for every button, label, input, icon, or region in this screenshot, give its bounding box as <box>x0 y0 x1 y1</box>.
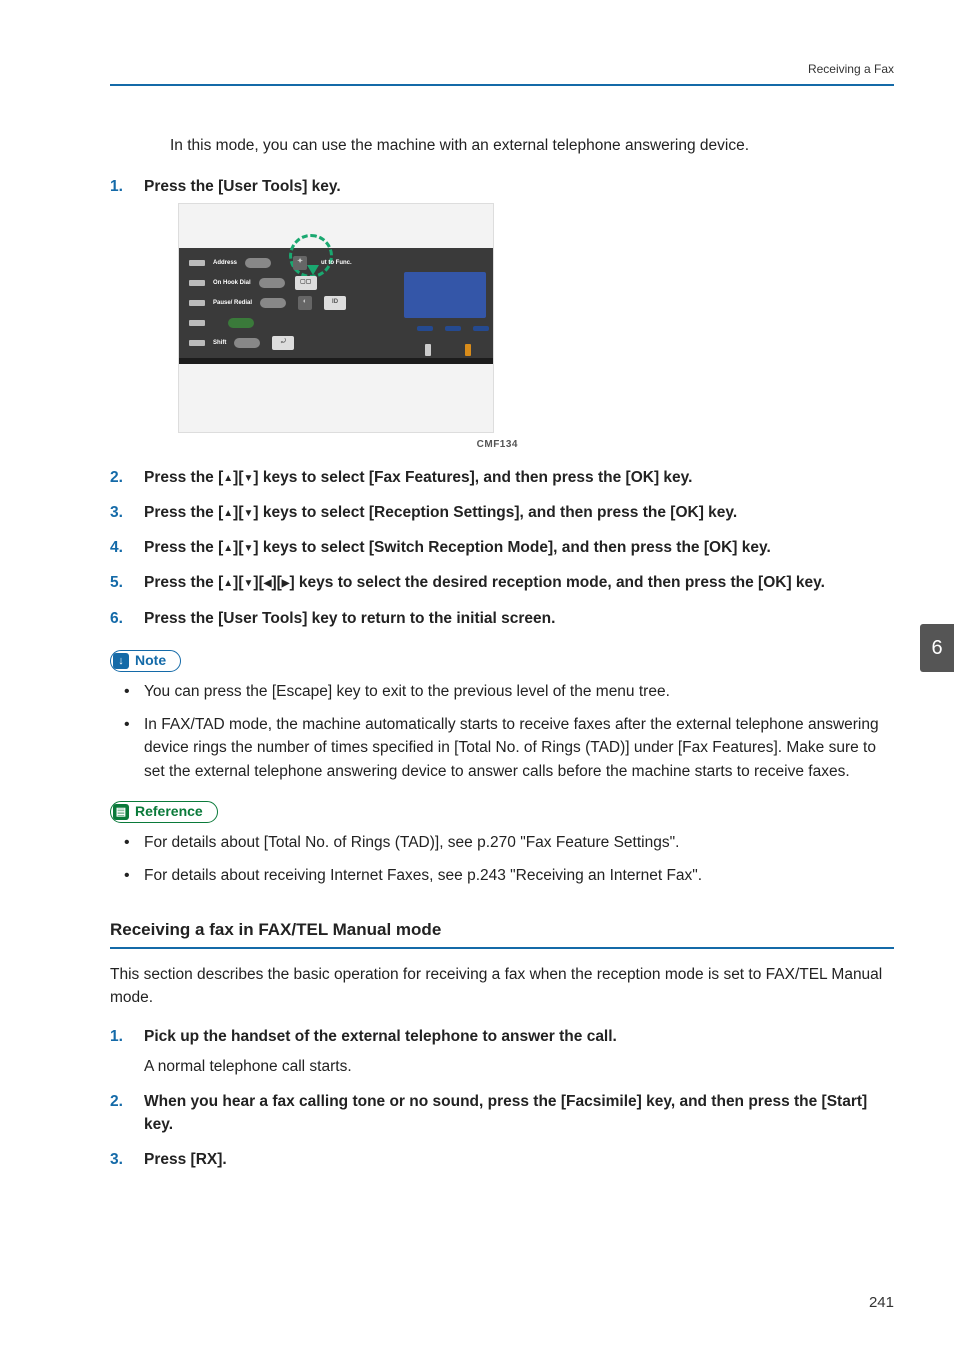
step-1: Press the [User Tools] key. Address <box>110 175 894 451</box>
step-3: Press the [ ][ ] keys to select [Reception… <box>110 501 894 524</box>
note-label: Note <box>135 650 166 671</box>
t: ] keys to select the desired reception m… <box>289 574 824 591</box>
t: ] keys to select [Reception Settings], a… <box>253 504 737 521</box>
step-b3: Press [RX]. <box>110 1148 894 1171</box>
note-item-2: In FAX/TAD mode, the machine automatical… <box>124 713 894 783</box>
arrow-down-icon <box>244 574 254 591</box>
t: ][ <box>233 539 243 556</box>
panel-label-address: Address <box>213 260 237 266</box>
arrow-down-icon <box>244 504 254 521</box>
reference-list: For details about [Total No. of Rings (T… <box>124 831 894 888</box>
reference-callout: ▤ Reference <box>110 801 218 823</box>
step-1-text: Press the [User Tools] key. <box>144 178 341 195</box>
page-number: 241 <box>869 1292 894 1315</box>
arrow-up-icon <box>223 539 233 556</box>
subsection-heading: Receiving a fax in FAX/TEL Manual mode <box>110 917 894 949</box>
t: ][ <box>253 574 263 591</box>
t: Press the [ <box>144 539 223 556</box>
note-callout: ↓ Note <box>110 650 181 672</box>
t: ][ <box>233 504 243 521</box>
reference-icon: ▤ <box>113 804 129 820</box>
reference-item-2: For details about receiving Internet Fax… <box>124 864 894 887</box>
t: Press the [ <box>144 504 223 521</box>
step-b3-text: Press [RX]. <box>144 1151 227 1168</box>
chapter-tab: 6 <box>920 624 954 672</box>
t: ] keys to select [Switch Reception Mode]… <box>253 539 770 556</box>
note-icon: ↓ <box>113 653 129 669</box>
control-panel-figure: Address ✦ ut to Func. On Hook Dial ▢▢ <box>178 203 494 433</box>
figure-caption: CMF134 <box>178 437 518 452</box>
step-5: Press the [ ][ ][ ][ ] keys to select the de… <box>110 571 894 594</box>
steps-primary: Press the [User Tools] key. Address <box>110 175 894 630</box>
step-b1-text: Pick up the handset of the external tele… <box>144 1028 617 1045</box>
arrow-up-icon <box>223 469 233 486</box>
t: ] keys to select [Fax Features], and the… <box>253 469 692 486</box>
t: ][ <box>233 469 243 486</box>
arrow-down-icon <box>244 469 254 486</box>
panel-label-pause: Pause/ Redial <box>213 300 252 306</box>
reference-item-1: For details about [Total No. of Rings (T… <box>124 831 894 854</box>
arrow-down-icon <box>244 539 254 556</box>
step-b2: When you hear a fax calling tone or no s… <box>110 1090 894 1137</box>
arrow-up-icon <box>223 574 233 591</box>
intro-text: In this mode, you can use the machine wi… <box>170 134 894 157</box>
step-6-text: Press the [User Tools] key to return to … <box>144 610 555 627</box>
note-item-1: You can press the [Escape] key to exit t… <box>124 680 894 703</box>
t: Press the [ <box>144 574 223 591</box>
t: ][ <box>233 574 243 591</box>
arrow-up-icon <box>223 504 233 521</box>
user-tools-key: ✦ <box>293 256 307 270</box>
panel-label-func: ut to Func. <box>321 260 352 266</box>
step-6: Press the [User Tools] key to return to … <box>110 607 894 630</box>
step-b1: Pick up the handset of the external tele… <box>110 1025 894 1078</box>
step-2: Press the [ ][ ] keys to select [Fax Featu… <box>110 466 894 489</box>
t: ][ <box>271 574 281 591</box>
step-b1-sub: A normal telephone call starts. <box>144 1055 894 1078</box>
step-4: Press the [ ][ ] keys to select [Switch Re… <box>110 536 894 559</box>
running-header: Receiving a Fax <box>110 60 894 86</box>
note-list: You can press the [Escape] key to exit t… <box>124 680 894 783</box>
reference-label: Reference <box>135 801 203 822</box>
panel-label-shift: Shift <box>213 340 226 346</box>
figure-wrap: Address ✦ ut to Func. On Hook Dial ▢▢ <box>178 203 894 452</box>
subsection-intro: This section describes the basic operati… <box>110 963 894 1010</box>
panel-label-onhook: On Hook Dial <box>213 280 251 286</box>
t: Press the [ <box>144 469 223 486</box>
steps-secondary: Pick up the handset of the external tele… <box>110 1025 894 1171</box>
step-b2-text: When you hear a fax calling tone or no s… <box>144 1093 867 1133</box>
